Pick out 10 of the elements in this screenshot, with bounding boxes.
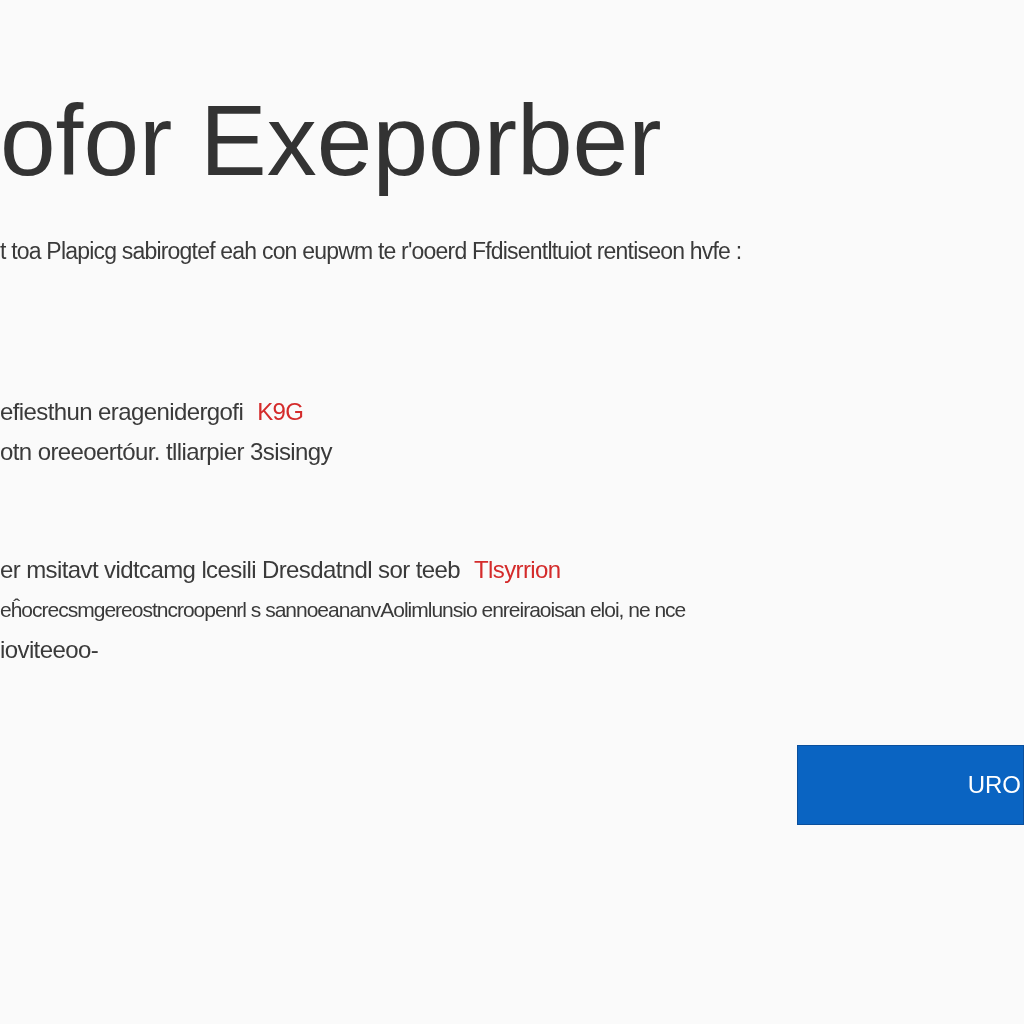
body-text: otn oreeoertóur. tlliarpier 3sisingy [0,437,332,467]
body-text: eĥocrecsmgereostncroopenrl s sannoeananvAolimlunsio enreiraoisan eloi, ne nce [0,597,686,623]
alert-text: Tlsyrrion [474,555,561,585]
page-title: ofor Exeporber [0,83,663,198]
body-text: efiesthun eragenidergofi [0,397,244,427]
primary-button[interactable]: URO [797,745,1024,825]
body-text: ioviteeoo- [0,635,99,665]
intro-text: t toa Plapicg sabirogtef eah con eupwm te r'ooerd Ffdisentltuiot rentiseon hvfe : [0,238,743,265]
alert-text: K9G [257,397,304,427]
body-text: er msitavt vidtcamg lcesili Dresdatndl sor teeb [0,555,460,585]
